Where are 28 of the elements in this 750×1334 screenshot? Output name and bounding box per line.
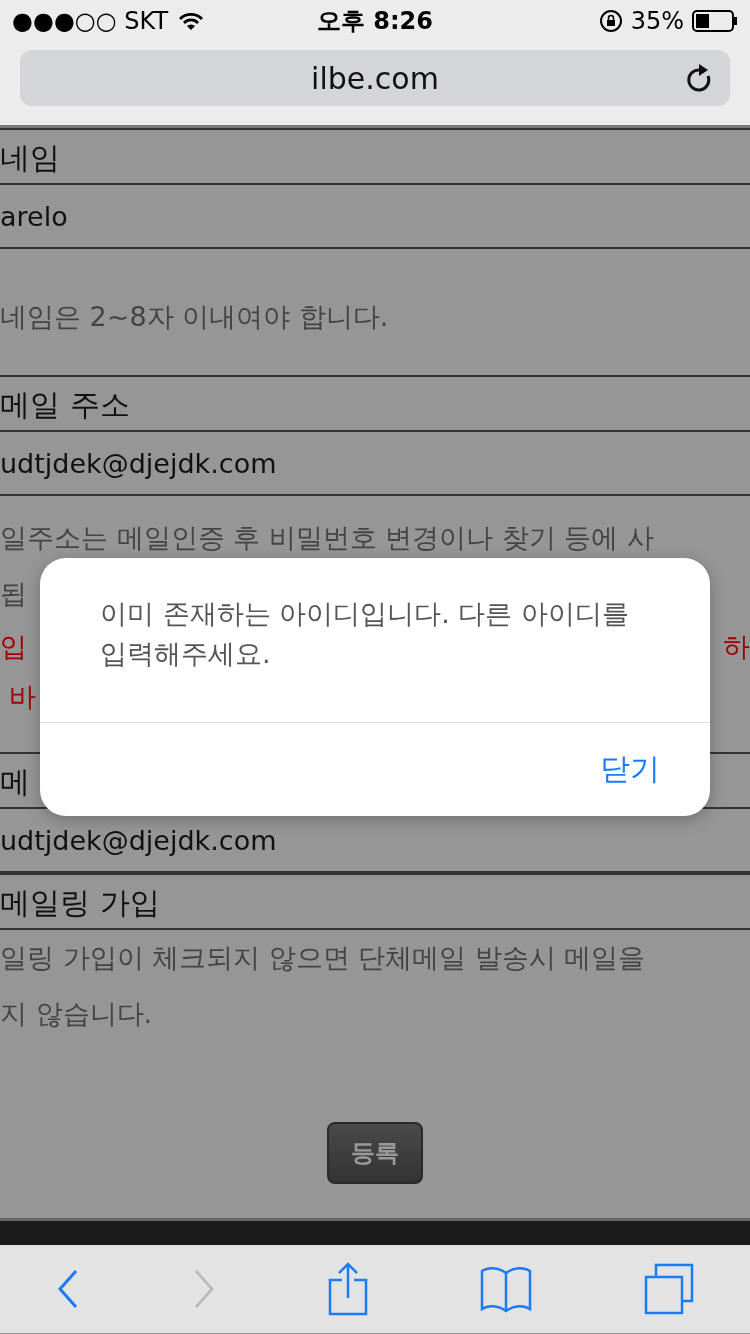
wifi-icon [178,11,205,31]
carrier-text: ●●●○○ SKT [12,7,169,35]
field-label: 메일링 가입 [0,884,160,922]
tabs-icon[interactable] [644,1263,694,1315]
warning-text: 입 [0,630,27,664]
clock-text: 오후 8:26 [315,6,435,37]
back-icon[interactable] [56,1269,80,1309]
register-button[interactable]: 등록 [327,1122,423,1184]
battery-icon [692,10,738,32]
help-text: 네임은 2~8자 이내여야 합니다. [0,300,389,334]
alert-message: 이미 존재하는 아이디입니다. 다른 아이디를 입력해주세요. [99,597,630,671]
close-button[interactable]: 닫기 [598,745,662,794]
bookmarks-icon[interactable] [480,1265,532,1313]
field-label: 네임 [0,139,60,177]
text-field[interactable]: udtjdek@djejdk.com [0,432,750,496]
share-icon[interactable] [328,1262,368,1316]
field-label: 메 [0,763,30,801]
address-bar[interactable]: ilbe.com [20,50,730,106]
help-text: 지 않습니다. [0,997,153,1031]
help-text: 일주소는 메일인증 후 비밀번호 변경이나 찾기 등에 사 [0,521,655,555]
rotation-lock-icon [598,9,623,33]
warning-text: 바 [7,680,36,714]
field-label: 메일 주소 [0,386,130,424]
help-text: 됩 [0,577,27,611]
battery-percent: 35% [630,7,684,35]
help-text: 일링 가입이 체크되지 않으면 단체메일 발송시 메일을 [0,941,646,975]
text-field[interactable]: arelo [0,185,750,249]
warning-text: 하 [723,630,750,664]
